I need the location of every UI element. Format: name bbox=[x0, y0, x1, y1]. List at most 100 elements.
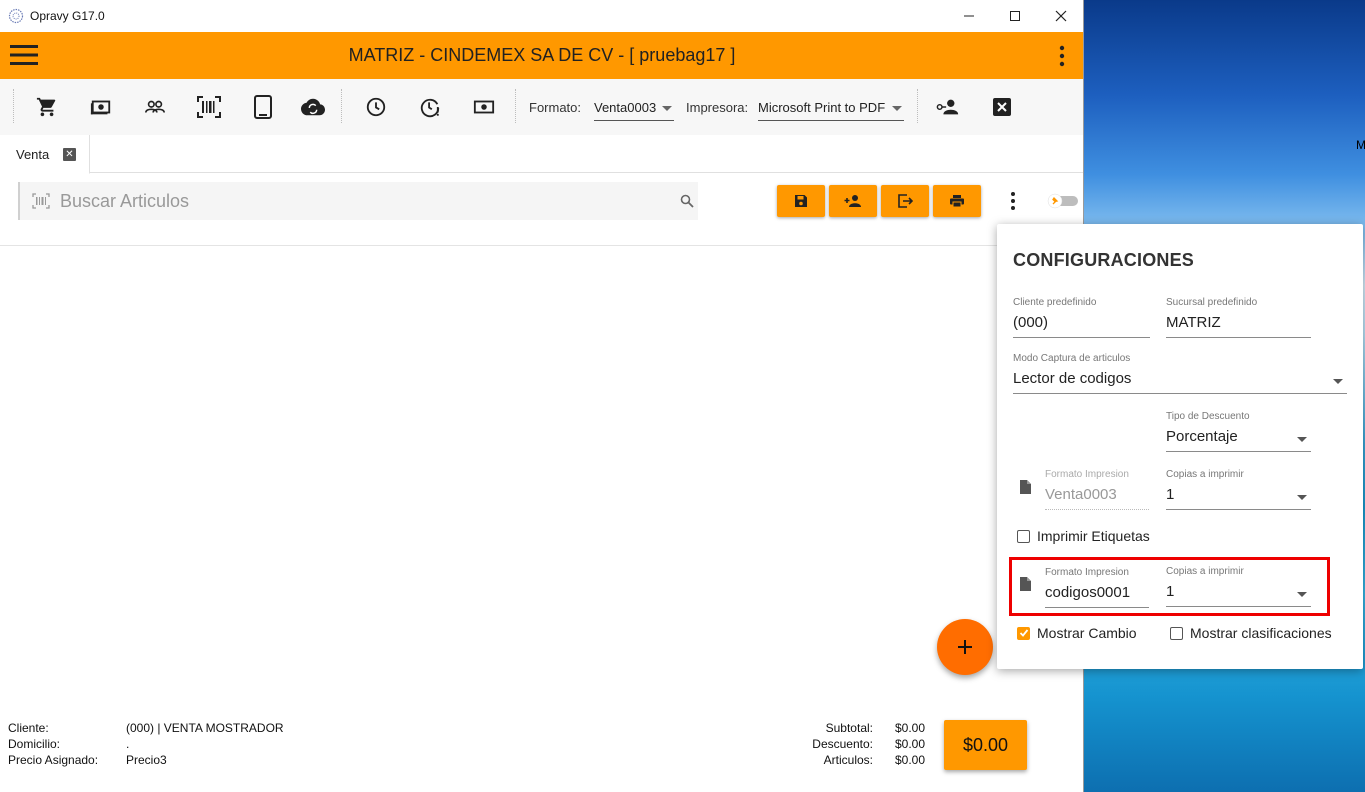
imprimir-etiquetas-label: Imprimir Etiquetas bbox=[1037, 528, 1150, 544]
more-vert-icon[interactable] bbox=[1052, 44, 1072, 68]
print-button[interactable] bbox=[933, 185, 981, 217]
maximize-icon bbox=[1010, 11, 1020, 21]
checkbox-unchecked-icon bbox=[1170, 626, 1183, 640]
copias-imprimir-select[interactable]: Copias a imprimir 1 bbox=[1166, 469, 1311, 510]
search-bar bbox=[18, 182, 698, 220]
window-title: Opravy G17.0 bbox=[30, 9, 105, 23]
pin-toggle[interactable] bbox=[1046, 193, 1078, 209]
main-toolbar: Formato: Venta0003 Impresora: Microsoft … bbox=[0, 79, 1083, 135]
dropdown-caret-icon bbox=[892, 106, 902, 111]
toolbar-separator bbox=[917, 89, 918, 123]
modo-captura-label: Modo Captura de articulos bbox=[1013, 353, 1131, 364]
cliente-predefinido-field[interactable]: Cliente predefinido (000) bbox=[1013, 297, 1150, 338]
footer-domicilio-label: Domicilio: bbox=[8, 737, 61, 751]
footer-domicilio-value: . bbox=[126, 737, 130, 751]
tipo-descuento-label: Tipo de Descuento bbox=[1166, 411, 1250, 422]
close-window-button[interactable] bbox=[1038, 0, 1083, 32]
mostrar-cambio-label: Mostrar Cambio bbox=[1037, 625, 1137, 641]
minimize-button[interactable] bbox=[946, 0, 992, 32]
printer-icon bbox=[950, 195, 964, 208]
copias-imprimir-value: 1 bbox=[1166, 486, 1175, 503]
save-icon bbox=[795, 195, 807, 207]
articulos-label: Articulos: bbox=[823, 753, 873, 767]
maximize-button[interactable] bbox=[992, 0, 1038, 32]
desktop-edge-text: M bbox=[1356, 138, 1365, 152]
footer-cliente-value: (000) | VENTA MOSTRADOR bbox=[126, 721, 284, 735]
toolbar-separator bbox=[341, 89, 342, 123]
total-pay-button[interactable]: $0.00 bbox=[944, 720, 1027, 770]
add-client-button[interactable] bbox=[829, 185, 877, 217]
mostrar-clasificaciones-label: Mostrar clasificaciones bbox=[1190, 625, 1332, 641]
dropdown-caret-icon bbox=[1297, 495, 1307, 500]
mostrar-cambio-checkbox[interactable]: Mostrar Cambio bbox=[1017, 625, 1137, 641]
person-add-icon bbox=[844, 195, 861, 207]
cart-icon[interactable] bbox=[35, 95, 59, 119]
clock-alert-icon[interactable] bbox=[418, 95, 442, 119]
tab-bar: Venta ✕ bbox=[0, 135, 1083, 174]
formato-impresion-venta-field: Formato Impresion Venta0003 bbox=[1045, 469, 1149, 510]
sale-items-area bbox=[0, 246, 1083, 718]
add-item-fab[interactable] bbox=[937, 619, 993, 675]
modo-captura-value: Lector de codigos bbox=[1013, 370, 1132, 387]
sucursal-predefinido-label: Sucursal predefinido bbox=[1166, 297, 1258, 308]
copias-imprimir-label: Copias a imprimir bbox=[1166, 469, 1244, 480]
close-box-icon[interactable] bbox=[990, 95, 1014, 119]
checkbox-unchecked-icon bbox=[1017, 529, 1030, 543]
formato-value: Venta0003 bbox=[594, 100, 657, 115]
app-window: Opravy G17.0 MATRIZ - CINDEMEX SA DE CV … bbox=[0, 0, 1084, 792]
highlight-annotation-box bbox=[1009, 557, 1330, 616]
tab-venta[interactable]: Venta ✕ bbox=[0, 135, 90, 174]
imprimir-etiquetas-checkbox[interactable]: Imprimir Etiquetas bbox=[1017, 528, 1150, 544]
articulos-value: $0.00 bbox=[894, 753, 925, 767]
document-icon bbox=[1020, 480, 1031, 494]
impresora-select[interactable]: Microsoft Print to PDF bbox=[758, 95, 904, 121]
exit-button[interactable] bbox=[881, 185, 929, 217]
toolbar-separator bbox=[13, 89, 14, 123]
app-logo-icon bbox=[8, 8, 24, 24]
subtotal-label: Subtotal: bbox=[825, 721, 873, 735]
config-title: CONFIGURACIONES bbox=[1013, 250, 1195, 270]
tipo-descuento-select[interactable]: Tipo de Descuento Porcentaje bbox=[1166, 411, 1311, 452]
tab-venta-label: Venta bbox=[16, 147, 50, 162]
money-icon[interactable] bbox=[89, 95, 113, 119]
modo-captura-select[interactable]: Modo Captura de articulos Lector de codi… bbox=[1013, 353, 1347, 394]
impresora-label: Impresora: bbox=[686, 100, 749, 115]
dropdown-caret-icon bbox=[662, 106, 672, 111]
footer-cliente-label: Cliente: bbox=[8, 721, 49, 735]
people-icon[interactable] bbox=[143, 95, 167, 119]
close-icon bbox=[1055, 10, 1067, 22]
title-bar: Opravy G17.0 bbox=[0, 0, 1083, 32]
sucursal-predefinido-value: MATRIZ bbox=[1166, 314, 1311, 338]
header-title: MATRIZ - CINDEMEX SA DE CV - [ pruebag17… bbox=[348, 45, 736, 65]
sucursal-predefinido-field[interactable]: Sucursal predefinido MATRIZ bbox=[1166, 297, 1311, 338]
tab-close-icon[interactable]: ✕ bbox=[63, 148, 76, 161]
cloud-sync-icon[interactable] bbox=[301, 95, 325, 119]
tablet-icon[interactable] bbox=[251, 95, 275, 119]
formato-impresion-value: Venta0003 bbox=[1045, 486, 1149, 510]
footer-precio-label: Precio Asignado: bbox=[8, 753, 99, 767]
subtotal-value: $0.00 bbox=[894, 721, 925, 735]
cliente-predefinido-value: (000) bbox=[1013, 314, 1150, 338]
minimize-icon bbox=[964, 15, 974, 17]
user-key-icon[interactable] bbox=[936, 95, 960, 119]
barcode-scan-icon[interactable] bbox=[197, 95, 221, 119]
cliente-predefinido-label: Cliente predefinido bbox=[1013, 297, 1097, 308]
mostrar-clasificaciones-checkbox[interactable]: Mostrar clasificaciones bbox=[1170, 625, 1332, 641]
formato-select[interactable]: Venta0003 bbox=[594, 95, 674, 121]
search-icon[interactable] bbox=[680, 194, 694, 208]
app-header: MATRIZ - CINDEMEX SA DE CV - [ pruebag17… bbox=[0, 32, 1083, 79]
search-input[interactable] bbox=[60, 182, 670, 220]
sale-footer: Cliente: (000) | VENTA MOSTRADOR Domicil… bbox=[0, 718, 1083, 792]
barcode-icon bbox=[32, 193, 50, 209]
formato-label: Formato: bbox=[529, 100, 582, 115]
cash-icon[interactable] bbox=[472, 95, 496, 119]
save-button[interactable] bbox=[777, 185, 825, 217]
descuento-value: $0.00 bbox=[894, 737, 925, 751]
dropdown-caret-icon bbox=[1297, 437, 1307, 442]
footer-precio-value: Precio3 bbox=[126, 753, 167, 767]
tipo-descuento-value: Porcentaje bbox=[1166, 428, 1238, 445]
descuento-label: Descuento: bbox=[812, 737, 873, 751]
more-options-icon[interactable] bbox=[1006, 190, 1020, 212]
clock-icon[interactable] bbox=[364, 95, 388, 119]
exit-icon bbox=[898, 194, 913, 208]
